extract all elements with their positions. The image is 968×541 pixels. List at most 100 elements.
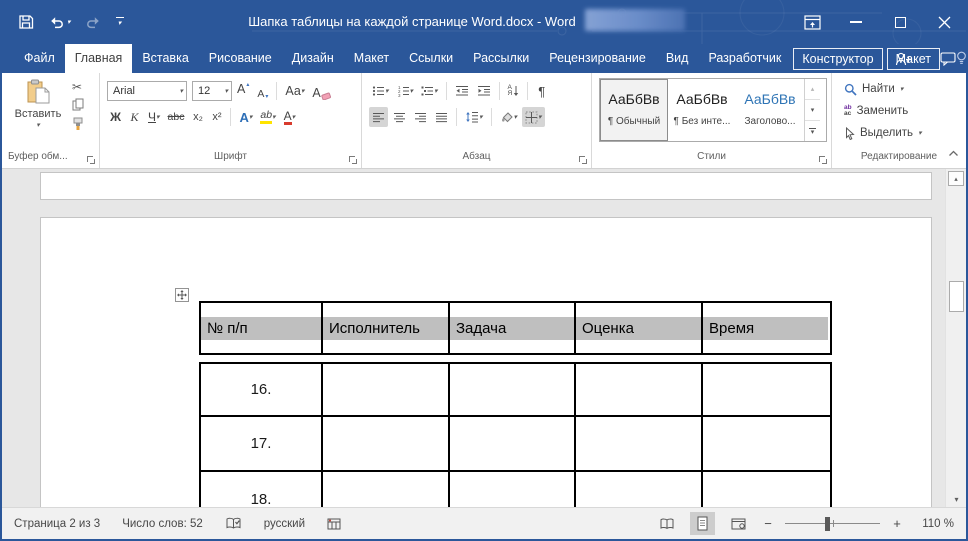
clear-formatting-button[interactable]: А [309,81,333,101]
subscript-button[interactable]: x₂ [189,107,206,127]
clipboard-dialog-launcher[interactable] [87,156,95,164]
paste-button[interactable]: Вставить ▾ [12,79,64,131]
italic-button[interactable]: К [126,107,143,127]
tab-file[interactable]: Файл [14,44,65,73]
replace-button[interactable]: ab ac Заменить [844,101,966,121]
line-spacing-button[interactable]: ▾ [462,107,486,127]
styles-scroll-up-button[interactable]: ▴ [805,79,820,100]
tab-mailings[interactable]: Рассылки [463,44,539,73]
font-name-combo[interactable]: Arial ▾ [107,81,187,101]
page-2[interactable]: № п/п Исполнитель Задача Оценка Время 16… [40,217,932,507]
styles-scroll-down-button[interactable]: ▾ [805,100,820,121]
table-header-cell[interactable]: Исполнитель [323,303,450,353]
style-card-no-spacing[interactable]: АаБбВв ¶ Без инте... [668,79,736,141]
change-case-button[interactable]: Аа ▾ [282,81,307,101]
table-header-cell[interactable]: Время [703,303,828,353]
format-painter-icon[interactable] [72,117,84,131]
grow-font-button[interactable]: А ▴ [234,81,252,101]
table-cell[interactable] [450,364,576,415]
shading-button[interactable]: ▾ [497,107,521,127]
close-button[interactable] [922,0,966,44]
font-size-combo[interactable]: 12 ▾ [192,81,232,101]
page-indicator[interactable]: Страница 2 из 3 [14,518,100,530]
tab-layout[interactable]: Макет [344,44,399,73]
language-indicator[interactable]: русский [264,518,305,530]
align-right-button[interactable] [411,107,430,127]
table-cell-number[interactable]: 16. [201,364,323,415]
vertical-scrollbar[interactable]: ▴ ▾ [945,169,966,507]
paragraph-dialog-launcher[interactable] [579,156,587,164]
customize-quick-access-button[interactable]: ▾ [116,17,124,28]
copy-icon[interactable] [72,98,84,111]
superscript-button[interactable]: x² [208,107,225,127]
styles-more-button[interactable]: ▾ [805,121,820,141]
table-header-cell[interactable]: Задача [450,303,576,353]
table-cell[interactable] [323,364,450,415]
maximize-button[interactable] [878,0,922,44]
table-cell[interactable] [450,417,576,470]
style-card-heading1[interactable]: АаБбВв Заголово... [736,79,804,141]
tab-table-design[interactable]: Конструктор [793,48,882,70]
table-cell[interactable] [576,472,703,507]
undo-button[interactable]: ▾ [49,15,71,29]
table-cell[interactable] [323,417,450,470]
scroll-down-button[interactable]: ▾ [946,495,966,504]
tab-insert[interactable]: Вставка [132,44,198,73]
shrink-font-button[interactable]: А ▾ [254,81,271,101]
table-cell[interactable] [703,364,828,415]
tab-developer[interactable]: Разработчик [698,44,791,73]
word-count[interactable]: Число слов: 52 [122,518,203,530]
underline-button[interactable]: Ч ▾ [145,107,163,127]
scrollbar-thumb[interactable] [949,281,964,312]
save-button[interactable] [18,14,34,30]
increase-indent-button[interactable] [474,81,494,101]
tab-design[interactable]: Дизайн [282,44,344,73]
zoom-slider-thumb[interactable] [825,517,830,531]
multilevel-list-button[interactable]: ▾ [418,81,441,101]
bullets-button[interactable]: ▾ [369,81,392,101]
table-header-cell[interactable]: Оценка [576,303,703,353]
macro-record-icon[interactable] [327,518,341,530]
align-left-button[interactable] [369,107,388,127]
table-cell[interactable] [576,364,703,415]
table-cell[interactable] [323,472,450,507]
highlight-color-button[interactable]: ab ▾ [257,107,278,127]
align-center-button[interactable] [390,107,409,127]
font-color-button[interactable]: А ▾ [281,107,299,127]
tab-home[interactable]: Главная [65,44,133,73]
table-cell-number[interactable]: 17. [201,417,323,470]
tab-view[interactable]: Вид [656,44,699,73]
cut-icon[interactable]: ✂ [72,82,82,92]
table-cell-number[interactable]: 18. [201,472,323,507]
minimize-button[interactable] [834,0,878,44]
print-layout-button[interactable] [690,512,715,535]
table-cell[interactable] [576,417,703,470]
tab-draw[interactable]: Рисование [199,44,282,73]
strikethrough-button[interactable]: abc [165,107,188,127]
numbering-button[interactable]: 123 ▾ [394,81,417,101]
read-mode-button[interactable] [654,512,679,535]
table-cell[interactable] [703,472,828,507]
comment-icon[interactable] [940,52,956,66]
share-person-icon[interactable] [895,52,912,66]
zoom-slider[interactable] [785,517,880,531]
bold-button[interactable]: Ж [107,107,124,127]
select-button[interactable]: Выделить ▾ [844,123,966,143]
find-button[interactable]: Найти ▾ [844,79,966,99]
style-card-normal[interactable]: АаБбВв ¶ Обычный [600,79,668,141]
zoom-level[interactable]: 110 % [914,518,954,530]
zoom-in-button[interactable]: + [891,516,903,531]
decrease-indent-button[interactable] [452,81,472,101]
font-dialog-launcher[interactable] [349,156,357,164]
proofing-book-icon[interactable] [225,517,242,530]
ribbon-display-options-button[interactable] [790,0,834,44]
borders-button[interactable]: ▾ [522,107,545,127]
tab-references[interactable]: Ссылки [399,44,463,73]
page-1-bottom-edge[interactable] [40,172,932,200]
justify-button[interactable] [432,107,451,127]
table-header-cell[interactable]: № п/п [201,303,323,353]
zoom-out-button[interactable]: − [762,516,774,531]
table-cell[interactable] [703,417,828,470]
table-move-handle[interactable] [175,288,189,302]
table-cell[interactable] [450,472,576,507]
